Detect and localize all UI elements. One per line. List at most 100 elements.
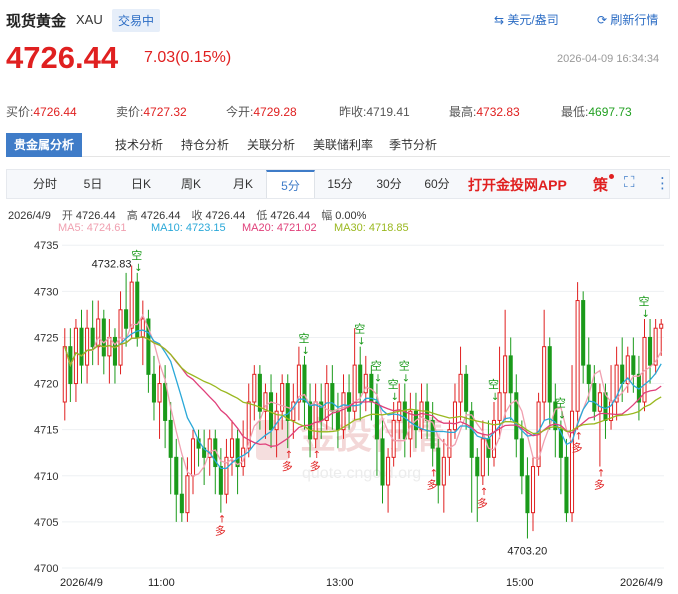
short-arrow-icon: ↓ — [134, 263, 142, 274]
y-tick-label: 4735 — [34, 240, 58, 252]
candle-body — [280, 383, 285, 412]
candle-body — [597, 392, 602, 412]
candle-body — [475, 456, 480, 477]
y-tick-label: 4710 — [34, 471, 58, 483]
candle-body — [441, 456, 446, 486]
candle-body — [464, 373, 469, 412]
candle-body — [480, 438, 485, 477]
x-tick-label: 13:00 — [326, 577, 354, 589]
low-annotation: 4703.20 — [507, 545, 547, 557]
long-signal: 多 — [572, 441, 583, 455]
candle-body — [124, 309, 129, 329]
candle-body — [458, 373, 463, 403]
candle-body — [313, 401, 318, 440]
candle-body — [648, 336, 653, 366]
high-annotation: 4732.83 — [92, 259, 132, 271]
candle-body — [174, 456, 179, 495]
candle-body — [324, 383, 329, 421]
short-arrow-icon: ↓ — [357, 337, 365, 348]
candle-body — [107, 336, 112, 357]
y-tick-label: 4700 — [34, 563, 58, 575]
candle-body — [135, 281, 140, 338]
long-signal: 多 — [594, 478, 605, 492]
short-arrow-icon: ↓ — [491, 392, 499, 403]
long-signal: 多 — [477, 496, 488, 510]
candle-body — [508, 355, 513, 394]
candle-body — [218, 466, 223, 495]
candle-body — [85, 327, 90, 366]
candle-body — [257, 373, 262, 412]
short-arrow-icon: ↓ — [641, 309, 649, 320]
candle-body — [62, 346, 67, 403]
long-signal: 多 — [215, 524, 226, 538]
candle-body — [308, 401, 313, 440]
candle-body — [330, 383, 335, 412]
candle-body — [374, 401, 379, 440]
short-arrow-icon: ↓ — [301, 346, 309, 357]
long-signal: 多 — [282, 459, 293, 473]
candle-body — [525, 475, 530, 514]
short-signal: 空 — [298, 331, 309, 345]
candle-body — [140, 318, 145, 338]
candle-body — [659, 323, 664, 329]
candle-body — [163, 383, 168, 421]
candle-body — [151, 373, 157, 403]
candle-body — [90, 327, 95, 348]
candle-body — [252, 373, 257, 403]
candle-body — [569, 410, 575, 514]
y-tick-label: 4715 — [34, 425, 58, 437]
candle-body — [190, 438, 196, 477]
candle-body — [447, 429, 452, 458]
candle-body — [469, 410, 474, 458]
x-tick-label: 2026/4/9 — [620, 577, 663, 589]
long-signal: 多 — [427, 478, 438, 492]
y-tick-label: 4730 — [34, 286, 58, 298]
short-arrow-icon: ↓ — [558, 410, 566, 421]
candle-body — [620, 364, 625, 385]
y-tick-label: 4720 — [34, 379, 58, 391]
short-signal: 空 — [371, 359, 382, 373]
candle-body — [168, 419, 173, 458]
candle-body — [592, 383, 597, 412]
x-tick-label: 2026/4/9 — [60, 577, 103, 589]
candle-body — [335, 410, 340, 431]
candle-body — [581, 300, 586, 366]
candle-body — [386, 456, 391, 486]
candlestick-chart[interactable]: 47354730472547204715471047054700金投行情quot… — [0, 0, 678, 594]
candle-body — [564, 456, 569, 514]
candle-body — [157, 383, 162, 403]
short-signal: 空 — [638, 294, 649, 308]
candle-body — [352, 364, 357, 412]
candle-body — [358, 364, 363, 394]
long-signal: 多 — [310, 459, 321, 473]
short-arrow-icon: ↓ — [374, 374, 382, 385]
y-tick-label: 4725 — [34, 332, 58, 344]
candle-body — [503, 355, 508, 394]
candle-body — [341, 392, 346, 431]
candle-body — [79, 327, 84, 366]
candle-body — [631, 355, 636, 375]
x-tick-label: 15:00 — [506, 577, 534, 589]
candle-body — [185, 475, 190, 514]
candle-body — [347, 392, 352, 412]
short-signal: 空 — [388, 377, 399, 391]
short-signal: 空 — [555, 395, 566, 409]
candle-body — [519, 438, 524, 477]
short-signal: 空 — [354, 322, 365, 336]
short-signal: 空 — [399, 359, 410, 373]
candle-body — [229, 438, 235, 458]
candle-body — [542, 346, 547, 403]
short-arrow-icon: ↓ — [402, 374, 410, 385]
short-arrow-icon: ↓ — [391, 392, 399, 403]
candle-body — [179, 493, 184, 514]
candle-body — [402, 401, 407, 440]
candle-body — [96, 318, 101, 348]
candle-body — [575, 300, 580, 412]
candle-body — [530, 466, 536, 514]
candle-body — [380, 438, 385, 486]
candle-body — [235, 438, 240, 468]
candle-body — [547, 346, 552, 403]
candle-body — [101, 318, 106, 357]
candle-body — [491, 419, 497, 458]
candle-body — [112, 336, 117, 366]
